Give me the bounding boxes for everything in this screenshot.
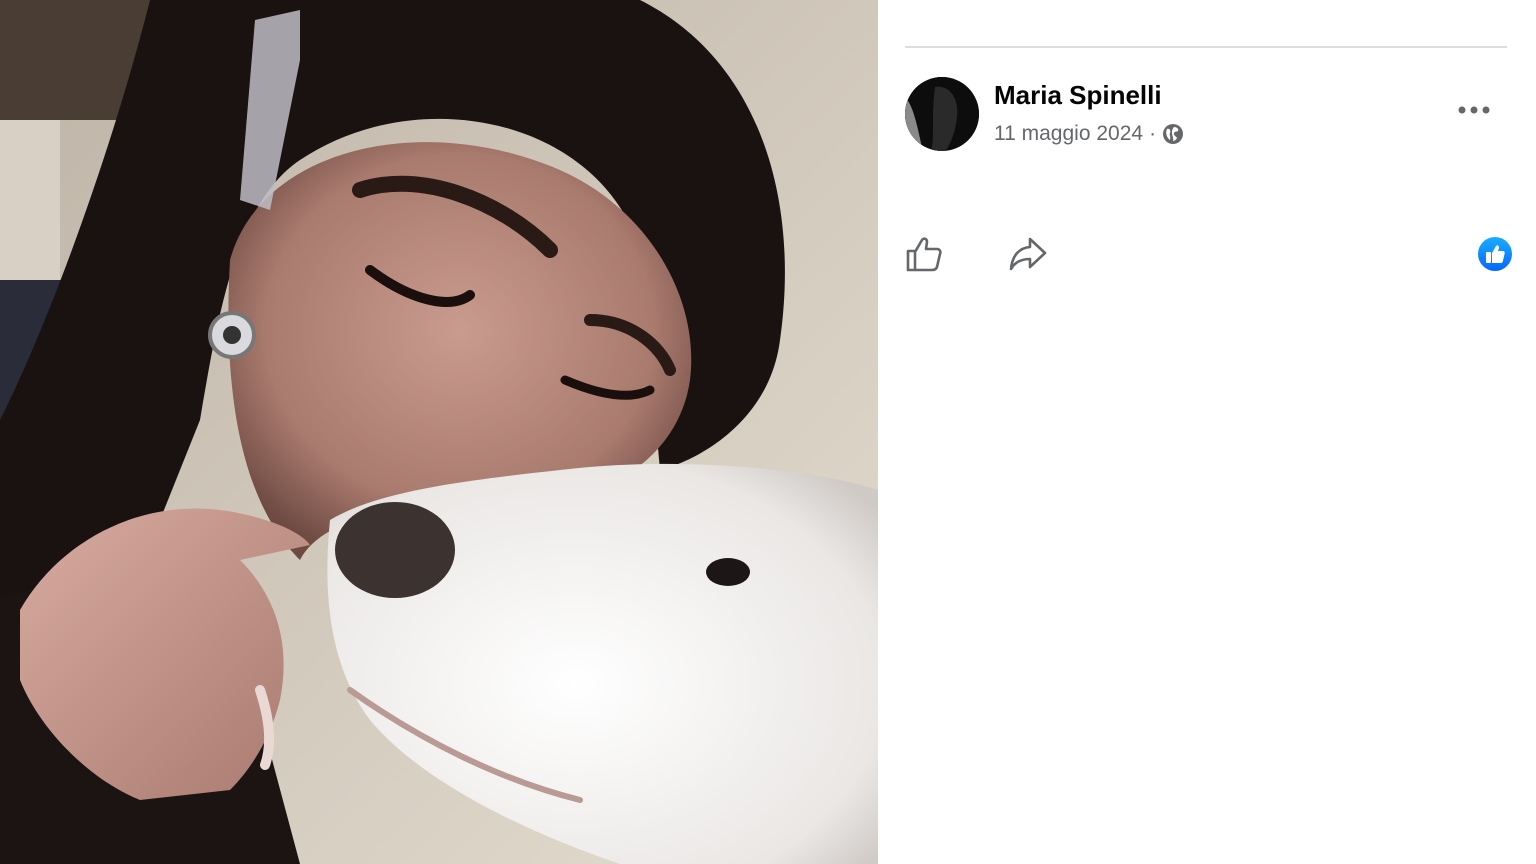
globe-icon xyxy=(1162,123,1184,145)
post-date[interactable]: 11 maggio 2024 xyxy=(994,122,1143,146)
top-divider xyxy=(905,46,1507,48)
thumbs-up-outline-icon xyxy=(906,237,942,272)
post-meta: 11 maggio 2024 · xyxy=(994,121,1184,147)
reaction-thumb-icon xyxy=(1486,245,1505,263)
author-avatar[interactable] xyxy=(905,77,979,151)
like-button[interactable] xyxy=(902,232,946,276)
post-photo[interactable] xyxy=(0,0,878,864)
more-options-button[interactable] xyxy=(1452,94,1496,126)
photo-image xyxy=(0,0,878,864)
like-reaction-icon[interactable] xyxy=(1478,237,1512,271)
post-actions xyxy=(878,232,1536,278)
share-arrow-icon xyxy=(1009,237,1047,271)
more-horizontal-icon xyxy=(1458,106,1490,114)
meta-separator: · xyxy=(1149,122,1157,145)
share-button[interactable] xyxy=(1006,232,1050,276)
author-name[interactable]: Maria Spinelli xyxy=(994,80,1162,111)
post-side-panel: Maria Spinelli 11 maggio 2024 · xyxy=(878,0,1536,864)
avatar-image xyxy=(905,77,979,151)
